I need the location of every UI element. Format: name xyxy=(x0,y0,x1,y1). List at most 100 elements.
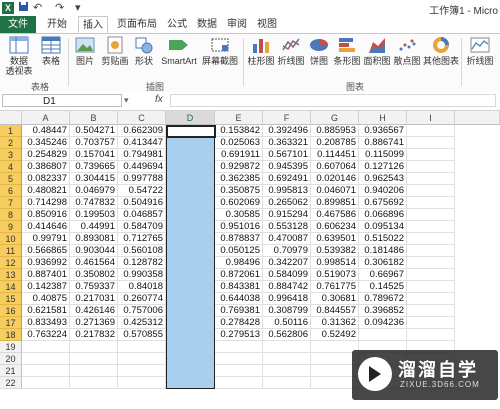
cell[interactable]: 0.951016 xyxy=(215,221,263,233)
picture-button[interactable]: 图片 xyxy=(72,36,98,66)
column-header-a[interactable]: A xyxy=(22,111,70,125)
cell[interactable]: 0.217031 xyxy=(70,293,118,305)
tab-file[interactable]: 文件 xyxy=(0,16,36,33)
cell[interactable]: 0.157041 xyxy=(70,149,118,161)
cell[interactable]: 0.903044 xyxy=(70,245,118,257)
cell[interactable] xyxy=(407,257,455,269)
cell[interactable]: 0.887401 xyxy=(22,269,70,281)
row-header[interactable]: 7 xyxy=(0,197,22,209)
cell[interactable]: 0.094236 xyxy=(359,317,407,329)
cell[interactable]: 0.712765 xyxy=(118,233,166,245)
cell[interactable]: 0.539382 xyxy=(311,245,359,257)
cell[interactable]: 0.570855 xyxy=(118,329,166,341)
cell[interactable]: 0.84018 xyxy=(118,281,166,293)
cell[interactable]: 0.99791 xyxy=(22,233,70,245)
row-header[interactable]: 1 xyxy=(0,125,22,137)
cell[interactable]: 0.584099 xyxy=(263,269,311,281)
cell[interactable] xyxy=(70,365,118,377)
name-box-dropdown-icon[interactable]: ▾ xyxy=(124,95,129,106)
cell[interactable]: 0.504916 xyxy=(118,197,166,209)
cell[interactable]: 0.761775 xyxy=(311,281,359,293)
cell[interactable] xyxy=(407,161,455,173)
cell[interactable]: 0.560108 xyxy=(118,245,166,257)
column-header-f[interactable]: F xyxy=(263,111,311,125)
cell[interactable]: 0.278428 xyxy=(215,317,263,329)
cell[interactable]: 0.413447 xyxy=(118,137,166,149)
cell[interactable] xyxy=(70,341,118,353)
name-box[interactable]: D1 xyxy=(2,94,122,107)
cell[interactable]: 0.997788 xyxy=(118,173,166,185)
row-header[interactable]: 6 xyxy=(0,185,22,197)
cell[interactable]: 0.639501 xyxy=(311,233,359,245)
cell[interactable]: 0.562806 xyxy=(263,329,311,341)
cell[interactable]: 0.504271 xyxy=(70,125,118,137)
cell[interactable]: 0.345246 xyxy=(22,137,70,149)
cell[interactable] xyxy=(407,305,455,317)
cell[interactable]: 0.769381 xyxy=(215,305,263,317)
cell[interactable]: 0.878837 xyxy=(215,233,263,245)
sparkline-button[interactable]: 折线图 xyxy=(463,36,497,66)
row-header[interactable]: 21 xyxy=(0,365,22,377)
cell[interactable] xyxy=(22,365,70,377)
cell[interactable] xyxy=(407,149,455,161)
cell[interactable] xyxy=(407,317,455,329)
cell[interactable]: 0.844557 xyxy=(311,305,359,317)
cell[interactable]: 0.127126 xyxy=(359,161,407,173)
cell[interactable]: 0.449694 xyxy=(118,161,166,173)
cell[interactable]: 0.350875 xyxy=(215,185,263,197)
cell[interactable]: 0.996418 xyxy=(263,293,311,305)
row-header[interactable]: 10 xyxy=(0,233,22,245)
area-chart-button[interactable]: 面积图 xyxy=(362,36,392,66)
cell[interactable]: 0.940206 xyxy=(359,185,407,197)
cell[interactable] xyxy=(263,365,311,377)
cell[interactable]: 0.025063 xyxy=(215,137,263,149)
row-header[interactable]: 13 xyxy=(0,269,22,281)
cell[interactable]: 0.962543 xyxy=(359,173,407,185)
cell[interactable] xyxy=(407,269,455,281)
cell[interactable]: 0.181486 xyxy=(359,245,407,257)
cell[interactable] xyxy=(407,245,455,257)
cell[interactable]: 0.480821 xyxy=(22,185,70,197)
cell[interactable]: 0.70979 xyxy=(263,245,311,257)
column-header-c[interactable]: C xyxy=(118,111,166,125)
formula-input[interactable] xyxy=(170,94,496,107)
tab-review[interactable]: 审阅 xyxy=(224,16,250,33)
row-header[interactable]: 14 xyxy=(0,281,22,293)
smartart-button[interactable]: SmartArt xyxy=(158,36,200,66)
column-header-g[interactable]: G xyxy=(311,111,359,125)
cell[interactable]: 0.606234 xyxy=(311,221,359,233)
cell[interactable]: 0.30585 xyxy=(215,209,263,221)
cell[interactable]: 0.644038 xyxy=(215,293,263,305)
cell[interactable]: 0.046071 xyxy=(311,185,359,197)
insert-function-button[interactable]: fx xyxy=(155,94,163,105)
column-header-h[interactable]: H xyxy=(359,111,407,125)
cell[interactable] xyxy=(263,377,311,389)
cell[interactable]: 0.66967 xyxy=(359,269,407,281)
tab-home[interactable]: 开始 xyxy=(40,16,74,33)
cell[interactable] xyxy=(22,353,70,365)
cell[interactable] xyxy=(22,377,70,389)
cell[interactable] xyxy=(22,341,70,353)
cell[interactable]: 0.692491 xyxy=(263,173,311,185)
cell[interactable]: 0.566865 xyxy=(22,245,70,257)
cell[interactable] xyxy=(215,341,263,353)
cell[interactable]: 0.899851 xyxy=(311,197,359,209)
cell[interactable] xyxy=(263,341,311,353)
cell[interactable]: 0.833493 xyxy=(22,317,70,329)
column-header-b[interactable]: B xyxy=(70,111,118,125)
cell[interactable]: 0.050125 xyxy=(215,245,263,257)
row-header[interactable]: 19 xyxy=(0,341,22,353)
cell[interactable]: 0.675692 xyxy=(359,197,407,209)
select-all-corner[interactable] xyxy=(0,111,22,125)
cell[interactable]: 0.217832 xyxy=(70,329,118,341)
bar-chart-button[interactable]: 条形图 xyxy=(332,36,362,66)
cell[interactable]: 0.584709 xyxy=(118,221,166,233)
cell[interactable]: 0.54722 xyxy=(118,185,166,197)
pie-chart-button[interactable]: 饼图 xyxy=(306,36,332,66)
row-header[interactable]: 5 xyxy=(0,173,22,185)
cell[interactable]: 0.304415 xyxy=(70,173,118,185)
table-button[interactable]: 表格 xyxy=(38,36,64,66)
cell[interactable]: 0.363321 xyxy=(263,137,311,149)
column-header-i[interactable]: I xyxy=(407,111,455,125)
cell[interactable] xyxy=(407,137,455,149)
